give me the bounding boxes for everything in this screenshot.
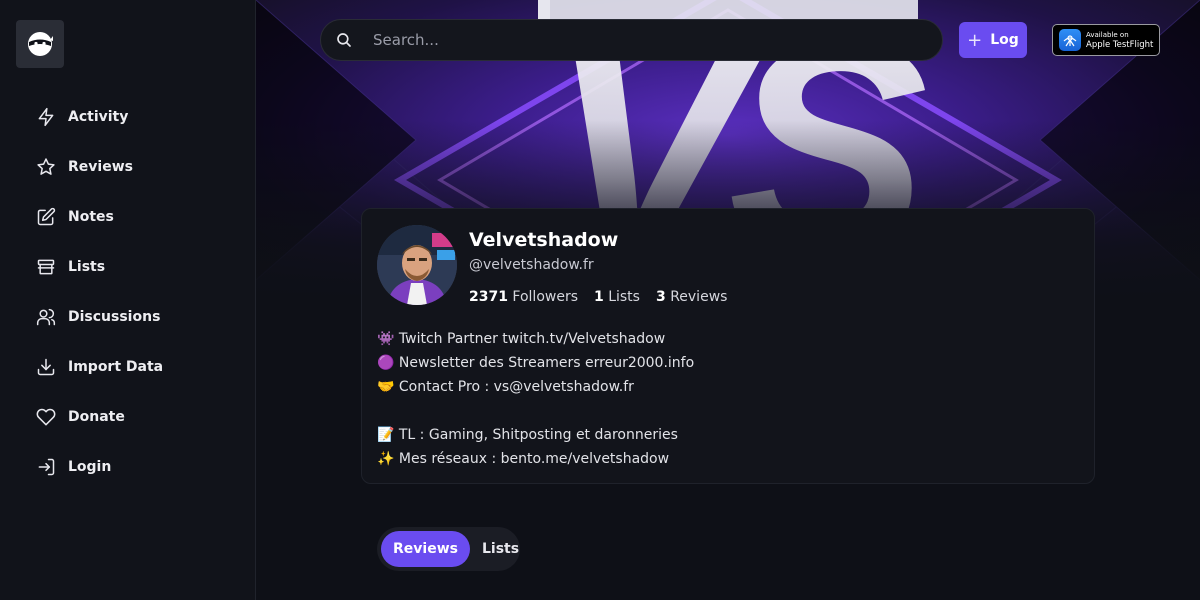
tab-reviews[interactable]: Reviews [381,531,470,567]
users-icon [36,308,56,326]
tab-lists[interactable]: Lists [470,531,531,567]
bio-line: ✨ Mes réseaux : bento.me/velvetshadow [377,451,670,467]
followers-stat[interactable]: 2371 Followers [469,289,578,305]
sidebar-item-label: Activity [68,109,129,125]
bio-line: 🟣 Newsletter des Streamers erreur2000.in… [377,355,695,371]
bio-line: 🤝 Contact Pro : vs@velvetshadow.fr [377,379,634,395]
lists-count: 1 [594,289,604,305]
edit-icon [37,207,56,226]
bio-line [377,399,694,423]
bolt-icon [38,107,54,127]
sidebar-item-label: Donate [68,409,125,425]
followers-label: Followers [512,289,578,305]
reviews-label: Reviews [670,289,728,305]
profile-bio: 👾 Twitch Partner twitch.tv/Velvetshadow … [377,327,694,471]
sidebar-item-donate[interactable]: Donate [36,392,163,442]
profile-handle: @velvetshadow.fr [469,257,594,273]
profile-card: Velvetshadow @velvetshadow.fr 2371 Follo… [361,208,1095,484]
testflight-badge[interactable]: Available on Apple TestFlight [1052,24,1160,56]
sidebar-item-label: Lists [68,259,106,275]
bio-line: 👾 Twitch Partner twitch.tv/Velvetshadow [377,331,666,347]
sidebar-item-discussions[interactable]: Discussions [36,292,163,342]
lists-stat[interactable]: 1 Lists [594,289,640,305]
log-button-label: Log [990,32,1019,48]
sidebar-item-reviews[interactable]: Reviews [36,142,163,192]
profile-tabs: Reviews Lists [377,527,520,571]
sidebar-item-import-data[interactable]: Import Data [36,342,163,392]
sidebar-item-activity[interactable]: Activity [36,92,163,142]
bio-line: 📝 TL : Gaming, Shitposting et daronnerie… [377,427,678,443]
sidebar-item-label: Discussions [68,309,161,325]
profile-stats: 2371 Followers 1 Lists 3 Reviews [469,289,743,305]
sidebar-item-label: Import Data [68,359,164,375]
profile-name: Velvetshadow [469,229,619,251]
login-icon [38,458,55,476]
star-icon [37,158,55,175]
sidebar-item-label: Login [68,459,112,475]
download-icon [37,358,55,376]
testflight-line2: Apple TestFlight [1086,40,1154,50]
search-input[interactable] [373,31,893,49]
sidebar-item-notes[interactable]: Notes [36,192,163,242]
sidebar-item-label: Notes [68,209,114,225]
testflight-line1: Available on [1086,31,1129,39]
archive-icon [37,259,55,275]
heart-icon [36,408,56,426]
sidebar: Activity Reviews Notes Lists Discussions… [0,0,256,600]
reviews-stat[interactable]: 3 Reviews [656,289,727,305]
sidebar-item-lists[interactable]: Lists [36,242,163,292]
top-bar: + Log Available on Apple TestFlight [256,0,1200,80]
sidebar-item-label: Reviews [68,159,133,175]
search-icon [337,33,351,47]
log-button[interactable]: + Log [959,22,1027,58]
testflight-icon [1059,29,1081,51]
plus-icon: + [967,29,983,51]
sidebar-nav: Activity Reviews Notes Lists Discussions… [36,92,163,492]
search-bar[interactable] [320,19,943,61]
main-content: VS + Log Available on Apple TestFlight [256,0,1200,600]
lists-label: Lists [608,289,640,305]
reviews-count: 3 [655,289,666,305]
avatar[interactable] [377,225,457,305]
followers-count: 2371 [469,289,508,305]
ninja-mask-icon[interactable] [16,20,64,68]
sidebar-item-login[interactable]: Login [36,442,163,492]
